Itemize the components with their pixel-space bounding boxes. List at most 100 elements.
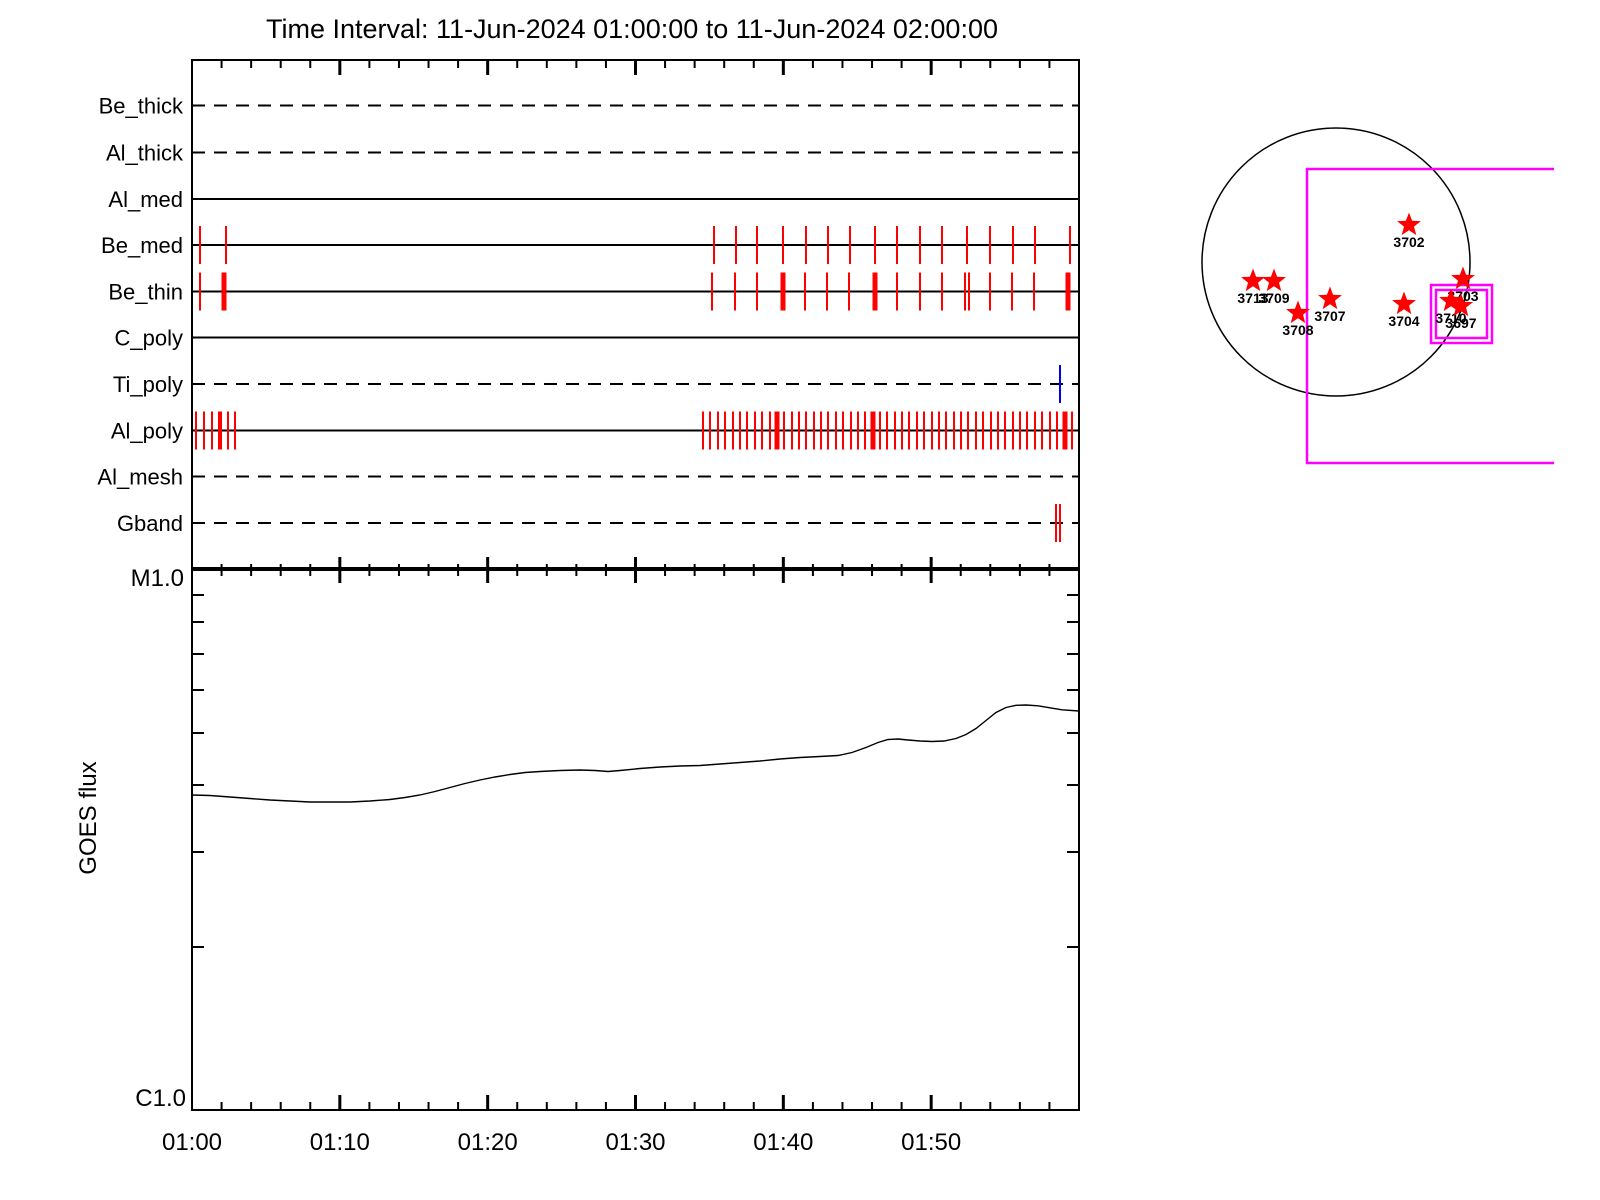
exposure-tick-Al_poly	[203, 411, 205, 450]
exposure-tick-Be_med	[782, 226, 784, 264]
exposure-tick-Al_poly	[195, 411, 197, 450]
time-axis-label: 01:20	[458, 1129, 518, 1156]
exposure-tick-Be_thin	[1065, 272, 1071, 311]
exposure-tick-Al_poly	[724, 411, 726, 450]
active-region-star-3709	[1262, 268, 1286, 292]
exposure-tick-Be_med	[1069, 226, 1071, 264]
exposure-tick-Be_thin	[941, 272, 943, 311]
exposure-tick-Al_poly	[1019, 411, 1021, 450]
exposure-tick-Al_poly	[1049, 411, 1051, 450]
exposure-tick-Be_thin	[826, 272, 828, 311]
goes-ytick-label-bottom: C1.0	[135, 1085, 186, 1112]
exposure-tick-Al_poly	[218, 411, 222, 450]
active-region-star-3704	[1392, 291, 1416, 315]
exposure-tick-Be_med	[756, 226, 758, 264]
active-region-label-3697: 3697	[1445, 315, 1476, 331]
exposure-tick-Al_poly	[850, 411, 852, 450]
active-region-star-3702	[1397, 212, 1421, 236]
exposure-tick-Be_med	[941, 226, 943, 264]
exposure-tick-Al_poly	[1041, 411, 1043, 450]
exposure-tick-Al_poly	[931, 411, 933, 450]
filter-label-Al_thick: Al_thick	[106, 141, 184, 166]
exposure-tick-Be_thin	[1033, 272, 1035, 311]
exposure-tick-Al_poly	[827, 411, 829, 450]
exposure-tick-Be_thin	[964, 272, 966, 311]
exposure-tick-Gband	[1059, 504, 1061, 542]
exposure-tick-Al_poly	[739, 411, 741, 450]
time-axis-label: 01:40	[753, 1129, 813, 1156]
exposure-tick-Be_med	[805, 226, 807, 264]
exposure-tick-Al_poly	[938, 411, 940, 450]
exposure-tick-Al_poly	[234, 411, 236, 450]
exposure-tick-Al_poly	[1056, 411, 1058, 450]
exposure-tick-Al_poly	[960, 411, 962, 450]
exposure-tick-Al_poly	[894, 411, 896, 450]
exposure-tick-Al_poly	[754, 411, 756, 450]
exposure-tick-Al_poly	[813, 411, 815, 450]
exposure-tick-Be_med	[713, 226, 715, 264]
exposure-tick-Al_poly	[709, 411, 711, 450]
exposure-tick-Al_poly	[870, 411, 876, 450]
exposure-tick-Be_med	[1034, 226, 1036, 264]
exposure-tick-Al_poly	[820, 411, 822, 450]
exposure-tick-Ti_poly	[1059, 365, 1061, 403]
exposure-tick-Be_thin	[848, 272, 850, 311]
exposure-tick-Be_thin	[1011, 272, 1013, 311]
exposure-tick-Be_med	[874, 226, 876, 264]
exposure-tick-Al_poly	[1004, 411, 1006, 450]
exposure-tick-Al_poly	[945, 411, 947, 450]
exposure-tick-Al_poly	[908, 411, 910, 450]
exposure-tick-Be_thin	[780, 272, 786, 311]
filter-label-Be_thick: Be_thick	[99, 94, 184, 119]
exposure-tick-Al_poly	[901, 411, 903, 450]
time-axis-label: 01:10	[310, 1129, 370, 1156]
active-region-star-3707	[1318, 286, 1342, 310]
exposure-tick-Al_poly	[990, 411, 992, 450]
filter-label-Gband: Gband	[117, 511, 183, 536]
exposure-tick-Be_thin	[989, 272, 991, 311]
exposure-tick-Be_med	[1012, 226, 1014, 264]
exposure-tick-Al_poly	[791, 411, 793, 450]
goes-ytick-label-top: M1.0	[131, 565, 184, 592]
exposure-tick-Al_poly	[982, 411, 984, 450]
exposure-tick-Be_thin	[756, 272, 758, 311]
timeline-plot-canvas: Be_thick Al_thick Al_med Be_med Be_thin C_pol…	[75, 59, 1554, 1156]
exposure-tick-Al_poly	[211, 411, 213, 450]
exposure-tick-Be_med	[827, 226, 829, 264]
exposure-tick-Al_poly	[1071, 411, 1073, 450]
exposure-tick-Al_poly	[835, 411, 837, 450]
exposure-tick-Al_poly	[761, 411, 763, 450]
exposure-tick-Al_poly	[805, 411, 807, 450]
exposure-tick-Be_thin	[968, 272, 970, 311]
exposure-tick-Al_poly	[732, 411, 734, 450]
exposure-tick-Be_thin	[919, 272, 921, 311]
exposure-tick-Al_poly	[1012, 411, 1014, 450]
filter-label-Ti_poly: Ti_poly	[113, 372, 183, 397]
time-axis-label: 01:50	[901, 1129, 961, 1156]
time-axis-label: 01:00	[162, 1129, 222, 1156]
filter-label-Al_poly: Al_poly	[111, 419, 183, 444]
active-region-label-3709: 3709	[1258, 290, 1289, 306]
exposure-tick-Al_poly	[916, 411, 918, 450]
exposure-tick-Al_poly	[923, 411, 925, 450]
exposure-tick-Al_poly	[746, 411, 748, 450]
goes-y-axis-title: GOES flux	[75, 761, 102, 874]
exposure-tick-Al_poly	[702, 411, 704, 450]
exposure-tick-Be_thin	[199, 272, 201, 311]
exposure-tick-Be_thin	[804, 272, 806, 311]
active-region-star-3713	[1241, 268, 1265, 292]
exposure-tick-Be_thin	[896, 272, 898, 311]
exposure-tick-Be_med	[199, 226, 201, 264]
exposure-tick-Al_poly	[769, 411, 771, 450]
exposure-tick-Al_poly	[717, 411, 719, 450]
exposure-tick-Al_poly	[967, 411, 969, 450]
exposure-tick-Be_med	[896, 226, 898, 264]
exposure-tick-Be_thin	[711, 272, 713, 311]
exposure-tick-Be_med	[919, 226, 921, 264]
exposure-tick-Gband	[1055, 504, 1057, 542]
time-axis-label: 01:30	[605, 1129, 665, 1156]
exposure-tick-Al_poly	[864, 411, 866, 450]
exposure-tick-Al_poly	[857, 411, 859, 450]
exposure-tick-Al_poly	[879, 411, 881, 450]
xrt-goes-timeline-screen: Time Interval: 11-Jun-2024 01:00:00 to 1…	[0, 0, 1600, 1200]
